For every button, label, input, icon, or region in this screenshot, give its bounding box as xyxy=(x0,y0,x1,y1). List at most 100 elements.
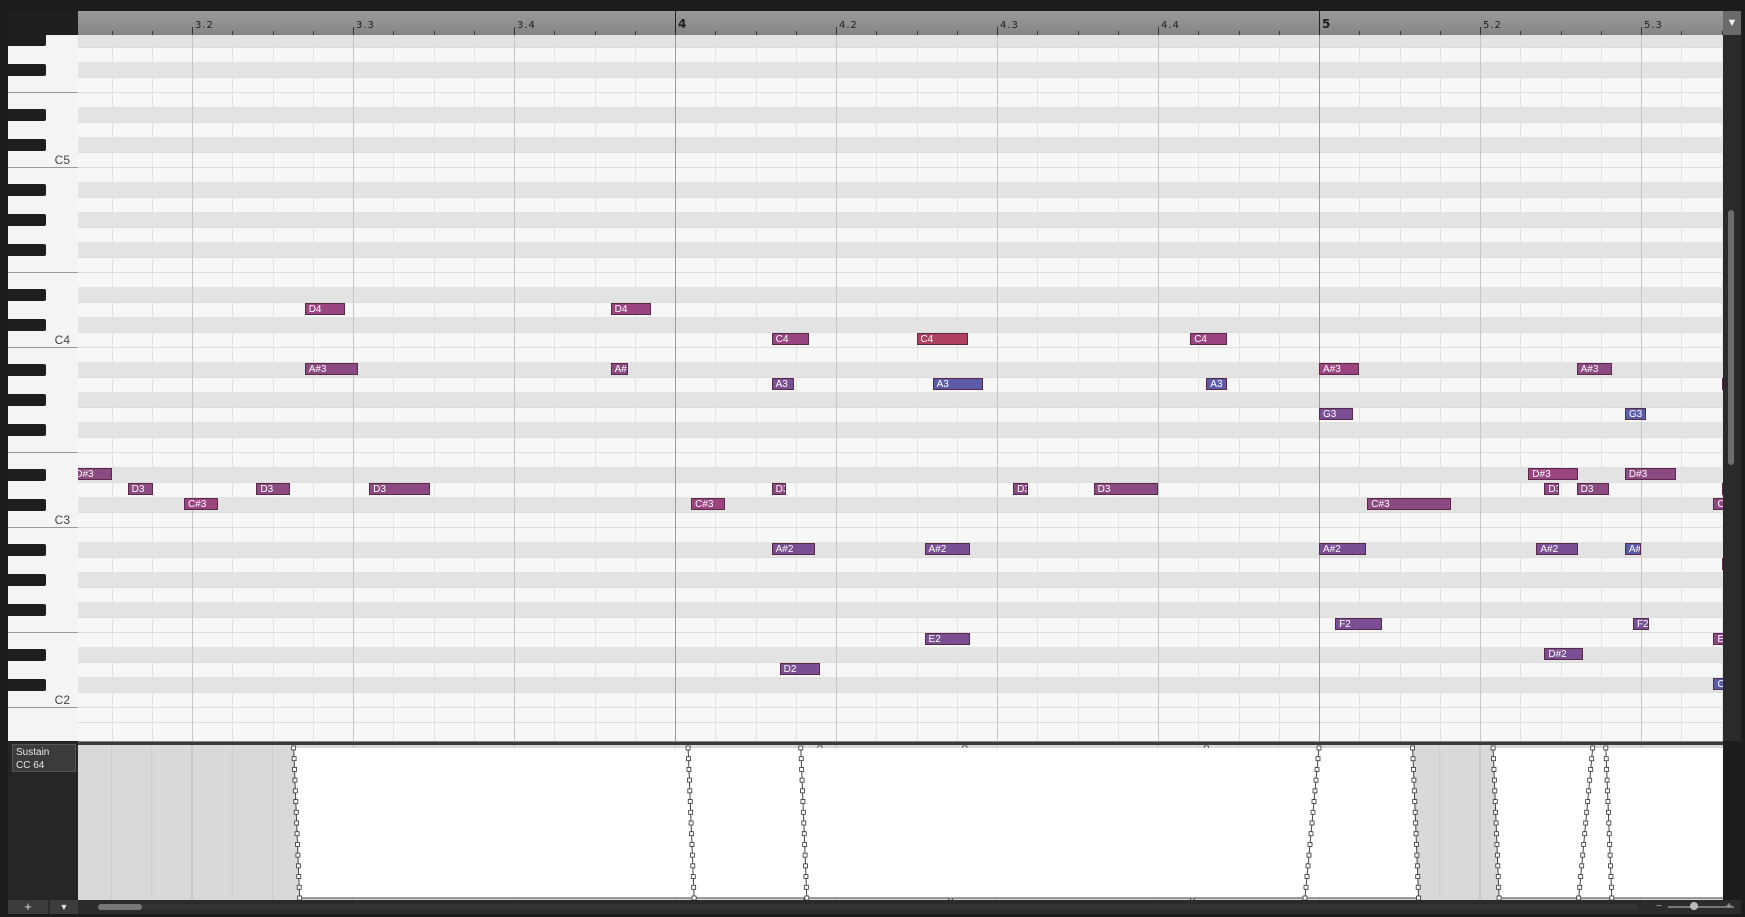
cc-event-point[interactable] xyxy=(1490,745,1496,751)
cc-event-point[interactable] xyxy=(1584,809,1590,815)
cc-event-point[interactable] xyxy=(1605,788,1610,794)
midi-note[interactable]: A3 xyxy=(932,378,983,390)
cc-event-point[interactable] xyxy=(1585,799,1591,804)
cc-event-point[interactable] xyxy=(291,756,297,762)
cc-event-point[interactable] xyxy=(1313,777,1319,783)
cc-event-point[interactable] xyxy=(1590,745,1596,751)
midi-note[interactable]: A#2 xyxy=(1319,543,1366,555)
black-key[interactable] xyxy=(8,604,46,616)
midi-note[interactable]: D4 xyxy=(610,303,651,315)
cc-event-point[interactable] xyxy=(803,884,809,890)
cc-event-point[interactable] xyxy=(1310,809,1316,815)
black-key[interactable] xyxy=(8,319,46,331)
black-key[interactable] xyxy=(8,574,46,586)
cc-event-point[interactable] xyxy=(296,874,302,879)
cc-event-point[interactable] xyxy=(1583,820,1589,826)
cc-event-point[interactable] xyxy=(1605,809,1611,815)
cc-event-point[interactable] xyxy=(689,852,695,858)
piano-keyboard[interactable]: C5 C4 C3 C2 xyxy=(8,35,79,741)
midi-note[interactable]: A# xyxy=(1624,543,1641,555)
midi-note[interactable]: C4 xyxy=(771,333,809,345)
midi-note[interactable]: C4 xyxy=(916,333,969,345)
midi-note[interactable]: A#3 xyxy=(1576,363,1612,375)
cc-event-point[interactable] xyxy=(1491,767,1497,772)
horizontal-scrollbar[interactable] xyxy=(98,904,1638,910)
cc-event-point[interactable] xyxy=(1411,788,1417,794)
black-key[interactable] xyxy=(8,469,46,481)
midi-note[interactable]: D3 xyxy=(1576,483,1609,495)
black-key[interactable] xyxy=(8,424,46,436)
cc-event-point[interactable] xyxy=(1496,884,1502,890)
cc-event-point[interactable] xyxy=(1412,809,1418,815)
midi-note[interactable]: D#3 xyxy=(1528,468,1579,480)
midi-note[interactable]: D#2 xyxy=(1544,648,1584,660)
zoom-out-button[interactable]: − xyxy=(1656,900,1662,914)
cc-event-point[interactable] xyxy=(798,756,804,762)
midi-note[interactable]: A#2 xyxy=(924,543,970,555)
cc-event-point[interactable] xyxy=(291,745,297,751)
cc-event-point[interactable] xyxy=(1414,852,1420,858)
cc-event-point[interactable] xyxy=(687,799,693,804)
midi-note[interactable]: A# xyxy=(610,363,629,375)
cc-event-point[interactable] xyxy=(1603,745,1609,751)
cc-event-point[interactable] xyxy=(293,809,299,815)
cc-event-point[interactable] xyxy=(686,756,691,762)
cc-event-point[interactable] xyxy=(691,884,697,890)
cc-event-point[interactable] xyxy=(688,820,694,826)
cc-event-point[interactable] xyxy=(1314,767,1320,772)
cc-event-point[interactable] xyxy=(1304,874,1310,879)
cc-event-point[interactable] xyxy=(1493,820,1499,826)
cc-event-point[interactable] xyxy=(689,842,695,847)
controller-lane-menu-button[interactable]: ▼ xyxy=(50,900,78,914)
black-key[interactable] xyxy=(8,139,46,151)
vertical-scroll-thumb[interactable] xyxy=(1728,210,1734,465)
cc-event-point[interactable] xyxy=(801,831,807,837)
midi-note[interactable]: C#3 xyxy=(183,498,218,510)
sustain-curve[interactable] xyxy=(78,745,1723,900)
cc-event-point[interactable] xyxy=(1607,842,1613,847)
midi-note[interactable]: E2 xyxy=(1713,633,1723,645)
cc-event-point[interactable] xyxy=(292,788,298,794)
cc-event-point[interactable] xyxy=(803,874,809,879)
cc-event-point[interactable] xyxy=(294,831,300,837)
cc-event-point[interactable] xyxy=(1494,842,1500,847)
black-key[interactable] xyxy=(8,289,46,301)
cc-event-point[interactable] xyxy=(293,799,299,804)
cc-event-point[interactable] xyxy=(1413,831,1419,837)
black-key[interactable] xyxy=(8,184,46,196)
cc-event-point[interactable] xyxy=(1578,874,1584,879)
cc-event-point[interactable] xyxy=(800,809,806,815)
cc-event-point[interactable] xyxy=(1577,884,1583,890)
black-key[interactable] xyxy=(8,64,46,76)
cc-event-point[interactable] xyxy=(803,863,808,869)
midi-note[interactable]: C#3 xyxy=(691,498,725,510)
cc-event-point[interactable] xyxy=(294,820,300,826)
cc-event-point[interactable] xyxy=(685,745,691,751)
midi-note[interactable]: D#3 xyxy=(1624,468,1677,480)
midi-note[interactable]: C#2 xyxy=(1713,678,1723,690)
cc-event-point[interactable] xyxy=(295,863,301,869)
midi-note[interactable]: D3 xyxy=(127,483,154,495)
cc-event-point[interactable] xyxy=(1491,756,1496,762)
midi-note[interactable]: A#3 xyxy=(1319,363,1360,375)
midi-note[interactable]: D3 xyxy=(256,483,291,495)
cc-event-point[interactable] xyxy=(1410,756,1416,762)
midi-note[interactable]: D3 xyxy=(1093,483,1158,495)
midi-note[interactable]: D4 xyxy=(304,303,345,315)
cc-event-point[interactable] xyxy=(802,852,808,858)
zoom-slider-knob[interactable] xyxy=(1690,902,1698,910)
cc-event-point[interactable] xyxy=(1312,788,1318,794)
cc-event-point[interactable] xyxy=(1306,852,1312,858)
cc-event-point[interactable] xyxy=(1410,745,1415,751)
cc-event-point[interactable] xyxy=(1316,745,1322,751)
cc-event-point[interactable] xyxy=(1587,777,1593,783)
cc-event-point[interactable] xyxy=(1606,831,1612,837)
cc-event-point[interactable] xyxy=(800,799,806,804)
midi-note[interactable]: A#3 xyxy=(304,363,358,375)
cc-event-point[interactable] xyxy=(1492,799,1498,804)
black-key[interactable] xyxy=(8,109,46,121)
cc-event-point[interactable] xyxy=(690,874,696,879)
cc-event-point[interactable] xyxy=(1308,831,1314,837)
cc-event-point[interactable] xyxy=(1580,852,1586,858)
cc-event-point[interactable] xyxy=(1413,820,1418,826)
